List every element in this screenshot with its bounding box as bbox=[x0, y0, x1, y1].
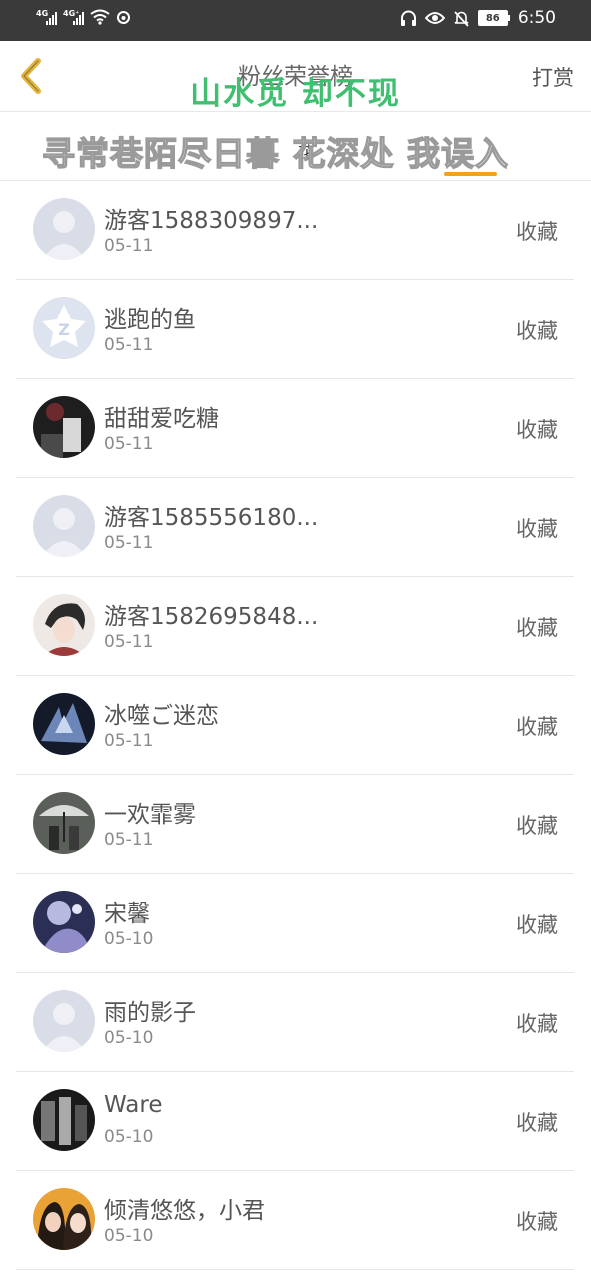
collect-button[interactable]: 收藏 bbox=[516, 612, 558, 642]
wifi-icon bbox=[90, 9, 110, 25]
collect-button[interactable]: 收藏 bbox=[516, 909, 558, 939]
user-name: 宋馨 bbox=[104, 901, 150, 927]
photo-avatar[interactable] bbox=[33, 1089, 95, 1151]
tab-bar: 花 寻常巷陌尽日暮 花深处 我误入 bbox=[0, 112, 591, 181]
collect-button[interactable]: 收藏 bbox=[516, 414, 558, 444]
photo-avatar[interactable] bbox=[33, 1188, 95, 1250]
collect-button[interactable]: 收藏 bbox=[516, 1107, 558, 1137]
user-name: 游客1585556180... bbox=[104, 505, 319, 531]
list-item[interactable]: 冰噬ご迷恋 05-11 收藏 bbox=[16, 676, 574, 775]
item-date: 05-11 bbox=[104, 632, 154, 652]
battery-level: 86 bbox=[477, 10, 508, 26]
collect-button[interactable]: 收藏 bbox=[516, 513, 558, 543]
list-item[interactable]: 宋馨 05-10 收藏 bbox=[16, 874, 574, 973]
collect-button[interactable]: 收藏 bbox=[516, 315, 558, 345]
svg-text:Z: Z bbox=[58, 320, 70, 339]
sim2-tag: 4G⁺ bbox=[63, 9, 80, 18]
photo-avatar[interactable] bbox=[33, 891, 95, 953]
item-date: 05-11 bbox=[104, 434, 154, 454]
app-header: 粉丝荣誉榜 山水觅 却不现 打赏 bbox=[0, 41, 591, 112]
item-date: 05-11 bbox=[104, 533, 154, 553]
user-name: 雨的影子 bbox=[104, 1000, 196, 1026]
clock: 6:50 bbox=[517, 8, 556, 28]
user-name: 一欢霏雾 bbox=[104, 802, 196, 828]
fan-list: 游客1588309897... 05-11 收藏 Z 逃跑的鱼 05-11 收藏… bbox=[16, 181, 574, 1270]
signal-icon: 4G bbox=[36, 9, 57, 25]
item-date: 05-11 bbox=[104, 731, 154, 751]
signal-icon: 4G⁺ bbox=[63, 9, 84, 25]
battery-icon: 86 bbox=[477, 10, 510, 26]
collect-button[interactable]: 收藏 bbox=[516, 1008, 558, 1038]
default-avatar[interactable] bbox=[33, 495, 95, 557]
list-item[interactable]: 倾清悠悠，小君 05-10 收藏 bbox=[16, 1171, 574, 1270]
user-name: 甜甜爱吃糖 bbox=[104, 406, 219, 432]
item-date: 05-10 bbox=[104, 1127, 154, 1147]
collect-button[interactable]: 收藏 bbox=[516, 216, 558, 246]
eye-icon bbox=[424, 12, 445, 24]
item-date: 05-10 bbox=[104, 1028, 154, 1048]
collect-button[interactable]: 收藏 bbox=[516, 711, 558, 741]
sim1-tag: 4G bbox=[36, 9, 49, 18]
list-item[interactable]: 游客1588309897... 05-11 收藏 bbox=[16, 181, 574, 280]
list-item[interactable]: 游客1585556180... 05-11 收藏 bbox=[16, 478, 574, 577]
list-item[interactable]: 游客1582695848... 05-11 收藏 bbox=[16, 577, 574, 676]
photo-avatar[interactable] bbox=[33, 594, 95, 656]
status-bar: 4G 4G⁺ 86 6:50 bbox=[0, 0, 591, 41]
reward-button[interactable]: 打赏 bbox=[532, 62, 574, 92]
active-tab-indicator bbox=[444, 172, 497, 176]
photo-avatar[interactable] bbox=[33, 396, 95, 458]
sync-icon bbox=[117, 11, 130, 24]
list-item[interactable]: 雨的影子 05-10 收藏 bbox=[16, 973, 574, 1072]
item-date: 05-11 bbox=[104, 236, 154, 256]
overlay-caption: 寻常巷陌尽日暮 花深处 我误入 bbox=[41, 133, 509, 173]
item-date: 05-11 bbox=[104, 830, 154, 850]
user-name: 游客1588309897... bbox=[104, 208, 319, 234]
photo-avatar[interactable] bbox=[33, 693, 95, 755]
collect-button[interactable]: 收藏 bbox=[516, 1206, 558, 1236]
list-item[interactable]: 一欢霏雾 05-11 收藏 bbox=[16, 775, 574, 874]
item-date: 05-10 bbox=[104, 1226, 154, 1246]
user-name: Ware bbox=[104, 1092, 163, 1118]
user-name: 倾清悠悠，小君 bbox=[104, 1198, 265, 1224]
overlay-caption: 山水觅 却不现 bbox=[190, 76, 401, 112]
list-item[interactable]: 甜甜爱吃糖 05-11 收藏 bbox=[16, 379, 574, 478]
list-item[interactable]: Ware 05-10 收藏 bbox=[16, 1072, 574, 1171]
item-date: 05-10 bbox=[104, 929, 154, 949]
default-avatar[interactable] bbox=[33, 198, 95, 260]
item-date: 05-11 bbox=[104, 335, 154, 355]
default-avatar[interactable] bbox=[33, 990, 95, 1052]
collect-button[interactable]: 收藏 bbox=[516, 810, 558, 840]
user-name: 游客1582695848... bbox=[104, 604, 319, 630]
user-name: 冰噬ご迷恋 bbox=[104, 703, 219, 729]
headphones-icon bbox=[400, 10, 416, 26]
list-item[interactable]: Z 逃跑的鱼 05-11 收藏 bbox=[16, 280, 574, 379]
photo-avatar[interactable] bbox=[33, 792, 95, 854]
qq-avatar[interactable]: Z bbox=[33, 297, 95, 359]
user-name: 逃跑的鱼 bbox=[104, 307, 196, 333]
bell-off-icon bbox=[454, 10, 469, 27]
